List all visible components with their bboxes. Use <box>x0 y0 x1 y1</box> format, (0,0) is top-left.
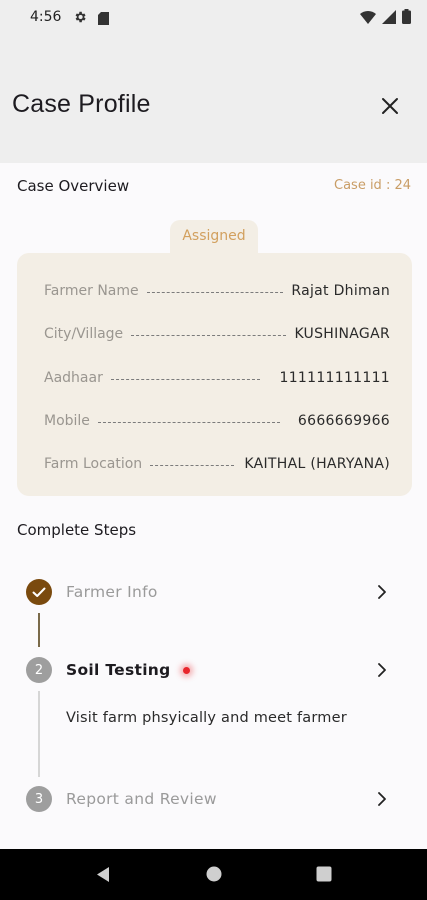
back-icon[interactable] <box>95 866 111 887</box>
home-icon[interactable] <box>206 866 222 886</box>
sd-card-icon <box>98 10 109 29</box>
chevron-right-icon <box>377 791 387 811</box>
step-farmer-info[interactable]: Farmer Info <box>26 578 387 606</box>
info-row-mobile: Mobile 6666669966 <box>44 410 390 432</box>
complete-steps-title: Complete Steps <box>17 521 137 539</box>
divider <box>146 291 284 293</box>
wifi-icon <box>360 9 376 28</box>
step-description: Visit farm phsyically and meet farmer <box>66 710 347 726</box>
close-icon <box>382 98 398 114</box>
divider <box>131 334 287 336</box>
step-connector <box>38 691 40 777</box>
farmer-info-card: Farmer Name Rajat Dhiman City/Village KU… <box>17 253 412 496</box>
system-nav-bar <box>0 849 427 900</box>
step-report-review[interactable]: 3 Report and Review <box>26 785 387 813</box>
alert-dot <box>182 666 190 674</box>
settings-icon <box>73 9 87 28</box>
info-row-city: City/Village KUSHINAGAR <box>44 323 390 345</box>
status-time: 4:56 <box>30 9 62 25</box>
close-button[interactable] <box>381 97 401 117</box>
chevron-right-icon <box>377 584 387 604</box>
info-label: Aadhaar <box>44 370 103 386</box>
info-value: 111111111111 <box>279 370 390 386</box>
check-icon <box>26 579 52 605</box>
divider <box>110 378 260 380</box>
info-row-farm-location: Farm Location KAITHAL (HARYANA) <box>44 453 390 475</box>
step-number: 2 <box>26 657 52 683</box>
step-number: 3 <box>26 786 52 812</box>
page-title: Case Profile <box>12 90 151 118</box>
step-label: Farmer Info <box>66 583 158 601</box>
divider <box>150 464 235 466</box>
status-bar: 4:56 <box>0 0 427 34</box>
info-row-aadhaar: Aadhaar 111111111111 <box>44 367 390 389</box>
chevron-right-icon <box>377 662 387 682</box>
status-badge: Assigned <box>170 220 258 254</box>
info-label: Farm Location <box>44 456 143 472</box>
info-label: Farmer Name <box>44 283 139 299</box>
battery-icon <box>402 9 411 28</box>
case-overview-title: Case Overview <box>17 177 130 195</box>
step-soil-testing[interactable]: 2 Soil Testing <box>26 656 387 684</box>
divider <box>97 421 280 423</box>
case-id: Case id : 24 <box>334 178 411 193</box>
step-label: Soil Testing <box>66 661 171 679</box>
signal-icon <box>382 9 396 28</box>
info-value: KUSHINAGAR <box>294 326 390 342</box>
recents-icon[interactable] <box>316 866 332 886</box>
step-label: Report and Review <box>66 790 217 808</box>
info-value: 6666669966 <box>297 413 390 429</box>
info-value: Rajat Dhiman <box>291 283 390 299</box>
info-label: City/Village <box>44 326 124 342</box>
step-connector <box>38 613 40 647</box>
info-value: KAITHAL (HARYANA) <box>244 456 390 472</box>
info-row-farmer-name: Farmer Name Rajat Dhiman <box>44 280 390 302</box>
info-label: Mobile <box>44 413 90 429</box>
